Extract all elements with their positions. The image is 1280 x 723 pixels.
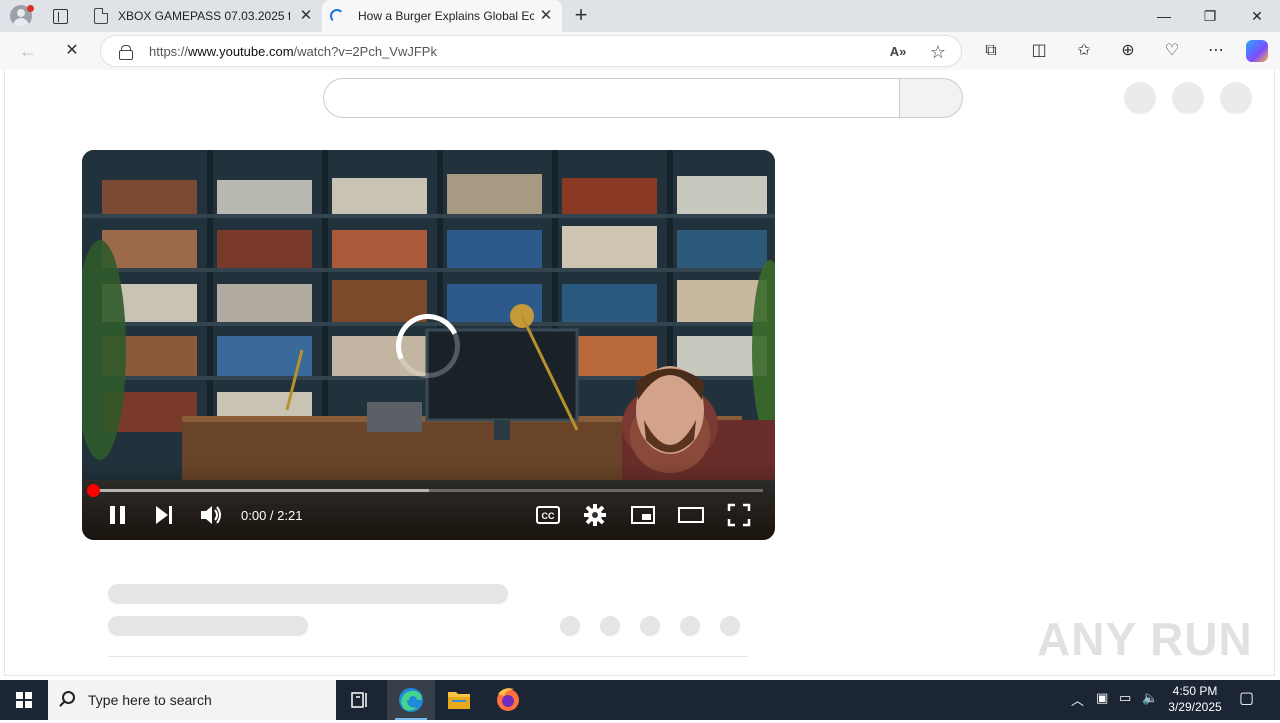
settings-gear-icon[interactable] — [582, 502, 608, 528]
channel-skeleton — [108, 616, 308, 636]
action-skeleton-icon — [560, 616, 580, 636]
volume-icon[interactable] — [198, 502, 224, 528]
tab-youtube-video[interactable]: How a Burger Explains Global Economics ✕ — [322, 0, 562, 32]
lock-icon[interactable] — [119, 45, 133, 60]
placeholder-circle-icon — [1220, 82, 1252, 114]
loading-icon — [330, 9, 344, 23]
tab-close-icon[interactable]: ✕ — [538, 8, 554, 24]
file-explorer-icon — [448, 692, 470, 709]
browser-toolbar: ← ✕ https://www.youtube.com/watch?v=2Pch… — [0, 32, 1280, 70]
next-video-icon[interactable] — [152, 502, 176, 528]
taskbar: Type here to search ︿ ▣ ▭ 🔈 4:50 PM 3/29… — [0, 680, 1280, 720]
action-skeleton-icon — [720, 616, 740, 636]
svg-text:CC: CC — [542, 511, 555, 521]
clock-date: 3/29/2025 — [1168, 700, 1222, 714]
close-window-button[interactable]: ✕ — [1234, 0, 1280, 32]
copilot-icon[interactable] — [1246, 40, 1268, 62]
split-screen-icon[interactable]: ◫ — [1027, 39, 1051, 63]
action-skeleton-icon — [680, 616, 700, 636]
pause-icon[interactable] — [106, 502, 130, 528]
page-viewport: 0:00 / 2:21 CC ANY RUN — [4, 70, 1275, 676]
url-text[interactable]: https://www.youtube.com/watch?v=2Pch_VwJ… — [149, 44, 437, 59]
document-icon — [94, 8, 108, 24]
read-aloud-icon[interactable]: A» — [887, 41, 909, 63]
divider — [108, 656, 748, 657]
file-explorer-button[interactable] — [435, 680, 483, 720]
youtube-search-input[interactable] — [323, 78, 900, 118]
clock-time: 4:50 PM — [1172, 684, 1218, 698]
firefox-button[interactable] — [484, 680, 532, 720]
theater-mode-icon[interactable] — [678, 502, 704, 528]
edge-icon — [399, 688, 423, 712]
notifications-icon[interactable]: ▢ — [1239, 688, 1254, 708]
favorites-icon[interactable]: ✩ — [1072, 39, 1096, 63]
volume-tray-icon[interactable]: 🔈 — [1142, 690, 1158, 706]
task-view-icon — [351, 692, 367, 708]
taskbar-search-input[interactable]: Type here to search — [48, 680, 336, 720]
tab-strip: XBOX GAMEPASS 07.03.2025 fixed ✕ How a B… — [0, 0, 1280, 32]
action-skeleton-icon — [640, 616, 660, 636]
tab-title: How a Burger Explains Global Economics — [358, 9, 534, 23]
favorite-star-icon[interactable]: ☆ — [927, 41, 949, 63]
windows-logo-icon — [16, 692, 32, 708]
address-bar[interactable]: https://www.youtube.com/watch?v=2Pch_VwJ… — [100, 35, 962, 67]
maximize-button[interactable]: ❐ — [1187, 0, 1233, 32]
collections-icon[interactable]: ⊕ — [1116, 39, 1140, 63]
system-clock[interactable]: 4:50 PM 3/29/2025 — [1164, 683, 1226, 715]
closed-captions-icon[interactable]: CC — [535, 502, 561, 528]
show-hidden-icons-icon[interactable]: ︿ — [1071, 690, 1084, 709]
anyrun-watermark: ANY RUN — [1037, 613, 1253, 665]
minimize-button[interactable]: — — [1141, 0, 1187, 32]
youtube-search-button[interactable] — [899, 78, 963, 118]
extensions-icon[interactable]: ⧉ — [979, 39, 1003, 63]
more-icon[interactable]: ⋯ — [1204, 39, 1228, 63]
start-button[interactable] — [0, 680, 48, 720]
tab-close-icon[interactable]: ✕ — [298, 8, 314, 24]
task-view-button[interactable] — [336, 680, 384, 720]
search-icon — [62, 691, 75, 704]
back-button[interactable]: ← — [16, 39, 40, 63]
tab-title: XBOX GAMEPASS 07.03.2025 fixed — [118, 9, 290, 23]
placeholder-circle-icon — [1124, 82, 1156, 114]
browser-essentials-icon[interactable]: ♡ — [1160, 39, 1184, 63]
title-skeleton — [108, 584, 508, 604]
search-placeholder: Type here to search — [88, 692, 212, 708]
edge-taskbar-button[interactable] — [387, 680, 435, 720]
new-tab-button[interactable]: + — [570, 4, 592, 27]
player-controls-gradient — [82, 460, 775, 540]
time-display: 0:00 / 2:21 — [241, 508, 303, 523]
action-skeleton-icon — [600, 616, 620, 636]
tab-actions-icon[interactable] — [50, 6, 70, 26]
meet-now-icon[interactable]: ▣ — [1096, 690, 1108, 706]
buffered-bar — [94, 489, 429, 492]
placeholder-circle-icon — [1172, 82, 1204, 114]
fullscreen-icon[interactable] — [726, 502, 752, 528]
scrubber-handle[interactable] — [87, 484, 100, 497]
video-player[interactable]: 0:00 / 2:21 CC — [82, 150, 775, 540]
notification-dot-icon — [27, 5, 34, 12]
progress-bar[interactable] — [94, 489, 763, 492]
stop-loading-button[interactable]: ✕ — [60, 39, 84, 63]
miniplayer-icon[interactable] — [630, 502, 656, 528]
network-icon[interactable]: ▭ — [1119, 690, 1131, 706]
tab-xbox-gamepass[interactable]: XBOX GAMEPASS 07.03.2025 fixed ✕ — [86, 0, 322, 32]
firefox-icon — [497, 688, 519, 711]
